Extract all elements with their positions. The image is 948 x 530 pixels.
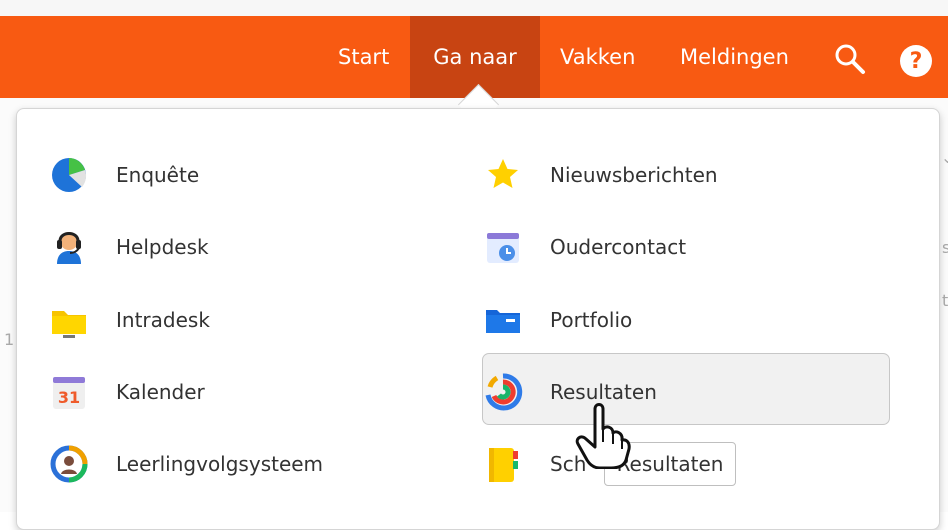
blue-folder-icon <box>486 310 520 333</box>
menu-item-portfolio[interactable]: Portfolio <box>482 292 632 348</box>
menu-item-label: Portfolio <box>550 308 633 332</box>
menu-item-label: Helpdesk <box>116 235 209 259</box>
student-ring-icon <box>50 445 88 483</box>
page-edge-mark: s <box>942 238 948 257</box>
help-icon[interactable]: ? <box>899 44 933 78</box>
headset-user-icon <box>57 232 81 264</box>
menu-item-label: Leerlingvolgsysteem <box>116 452 324 476</box>
star-icon <box>488 159 518 188</box>
menu-item-label: Nieuwsberichten <box>550 163 718 187</box>
notebook-icon <box>489 448 518 482</box>
page-edge-mark: t <box>942 291 948 310</box>
menu-item-helpdesk[interactable]: Helpdesk <box>48 219 209 275</box>
page-edge-mark: 1 <box>4 330 15 349</box>
pie-chart-icon <box>52 158 87 192</box>
svg-text:?: ? <box>910 49 923 74</box>
nav-start[interactable]: Start <box>338 16 389 98</box>
search-icon[interactable] <box>833 42 867 76</box>
menu-item-kalender[interactable]: 31 Kalender <box>48 364 205 420</box>
menu-item-nieuwsberichten[interactable]: Nieuwsberichten <box>482 147 718 203</box>
results-ring-icon <box>485 373 523 411</box>
menu-item-schoolresultaten[interactable]: Sch <box>482 436 586 492</box>
nav-vakken[interactable]: Vakken <box>560 16 635 98</box>
menu-item-leerlingvolgsysteem[interactable]: Leerlingvolgsysteem <box>48 436 323 492</box>
svg-text:31: 31 <box>58 388 80 407</box>
menu-item-enquete[interactable]: Enquête <box>48 147 199 203</box>
hand-cursor-icon <box>575 403 631 469</box>
top-strip <box>0 0 948 16</box>
page-edge-mark: ⌄ <box>941 148 948 167</box>
menu-item-label: Intradesk <box>116 308 210 332</box>
menu-item-label: Oudercontact <box>550 235 687 259</box>
nav-meldingen[interactable]: Meldingen <box>680 16 789 98</box>
folder-icon <box>52 311 86 338</box>
calendar-clock-icon <box>487 233 519 263</box>
menu-item-label: Enquête <box>116 163 200 187</box>
menu-item-oudercontact[interactable]: Oudercontact <box>482 219 686 275</box>
menu-item-intradesk[interactable]: Intradesk <box>48 292 210 348</box>
menu-item-label: Kalender <box>116 380 205 404</box>
calendar-icon: 31 <box>53 377 85 409</box>
